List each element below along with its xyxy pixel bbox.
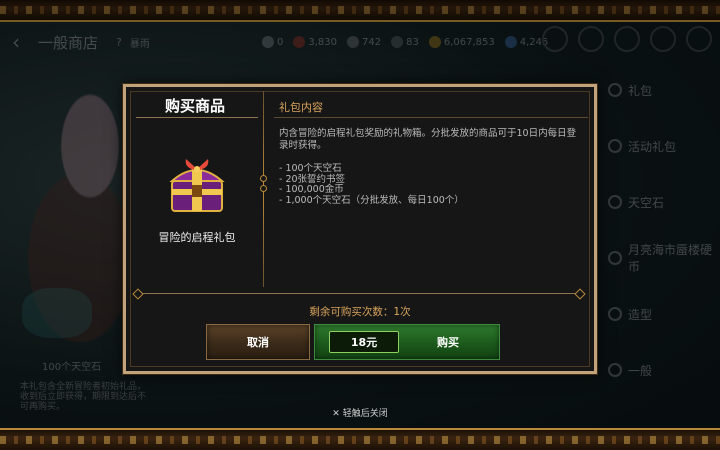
price-tag: 18元: [329, 331, 399, 353]
title-divider: [136, 117, 258, 118]
divider-ornament: [260, 175, 267, 182]
purchase-dialog: 购买商品 冒险的启程礼包 礼包内容 内含冒险的启程礼包奖励的礼物箱。分批发放的商…: [123, 84, 597, 374]
ornate-border-bottom: [0, 428, 720, 450]
close-hint-text: 轻触后关闭: [342, 409, 388, 419]
list-item: - 100个天空石: [279, 163, 342, 174]
close-x-icon: ✕: [332, 409, 340, 419]
game-screen: ‹ 一般商店 ? 暴雨 0 3,830 742 83 6,067,853 4,2…: [0, 0, 720, 450]
horizontal-divider: [136, 293, 582, 294]
content-divider: [274, 117, 588, 118]
list-item: - 100,000金币: [279, 184, 344, 195]
cancel-button-label: 取消: [247, 336, 269, 349]
list-item: - 1,000个天空石（分批发放、每日100个）: [279, 194, 464, 206]
buy-button[interactable]: 18元 购买: [314, 324, 500, 360]
divider-ornament: [260, 185, 267, 192]
remaining-purchases: 剩余可购买次数：1次: [309, 306, 411, 318]
content-description: 内含冒险的启程礼包奖励的礼物箱。分批发放的商品可于10日内每日登录时获得。: [279, 128, 577, 151]
vertical-divider: [260, 91, 267, 287]
item-name: 冒险的启程礼包: [158, 231, 236, 244]
dialog-title: 购买商品: [164, 97, 225, 115]
buy-button-label: 购买: [437, 336, 459, 349]
treasure-chest-icon: [169, 159, 225, 212]
content-item-list: - 100个天空石 - 20张誓约书签 - 100,000金币 - 1,000个…: [279, 163, 579, 206]
tap-to-close-hint[interactable]: ✕ 轻触后关闭: [0, 406, 720, 419]
cancel-button[interactable]: 取消: [206, 324, 310, 360]
item-panel: 冒险的启程礼包: [136, 125, 258, 287]
content-title: 礼包内容: [279, 101, 323, 114]
